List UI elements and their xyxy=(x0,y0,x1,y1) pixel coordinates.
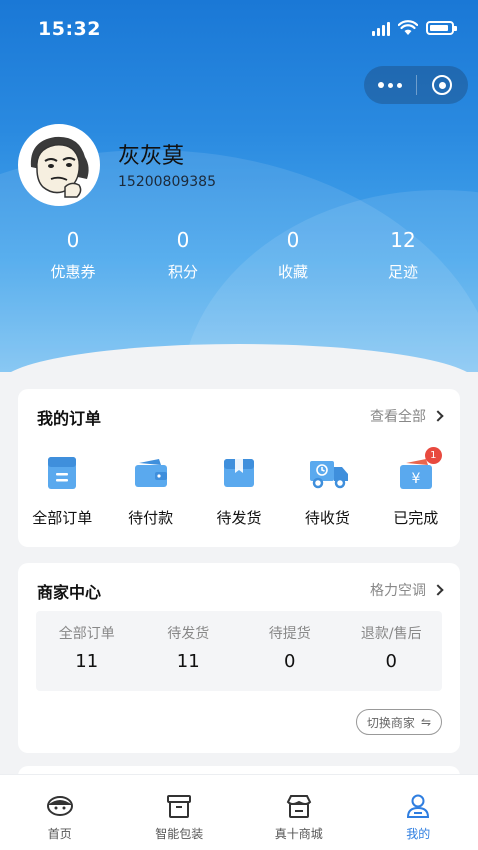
tab-mall[interactable]: 真十商城 xyxy=(239,775,359,850)
order-label: 全部订单 xyxy=(32,509,93,527)
merchant-stat-value: 0 xyxy=(284,651,296,672)
status-bar: 15:32 xyxy=(0,0,478,60)
merchant-stat-label: 退款/售后 xyxy=(360,626,422,642)
home-icon xyxy=(46,796,73,816)
completed-icon: ¥ 1 xyxy=(398,447,442,491)
store-name: 格力空调 xyxy=(370,583,426,599)
order-pending-payment[interactable]: 待付款 xyxy=(106,455,194,528)
user-stats: 0 优惠券 0 积分 0 收藏 12 足迹 xyxy=(0,226,478,282)
merchant-store-link[interactable]: 格力空调 xyxy=(370,580,444,600)
bottom-tab-bar: 首页 智能包装 真十商城 我的 xyxy=(0,774,478,850)
chevron-right-icon xyxy=(432,410,444,422)
wifi-icon xyxy=(398,20,418,35)
package-icon xyxy=(221,455,257,491)
all-orders-icon xyxy=(44,455,80,491)
tab-smart-packaging[interactable]: 智能包装 xyxy=(120,775,240,850)
stat-value: 0 xyxy=(66,228,80,252)
view-all-label: 查看全部 xyxy=(370,409,426,425)
my-orders-card: 我的订单 查看全部 全部订单 待付款 待发货 待收货 ¥ 1 已完成 xyxy=(18,389,460,547)
merchant-center-card: 商家中心 格力空调 全部订单 11 待发货 11 待提货 0 退款/售后 0 切… xyxy=(18,563,460,753)
swap-arrows-icon: ⇋ xyxy=(420,715,431,729)
merchant-stat-refund[interactable]: 退款/售后 0 xyxy=(341,611,443,691)
merchant-stat-value: 11 xyxy=(176,651,200,672)
order-pending-shipment[interactable]: 待发货 xyxy=(195,455,283,528)
chevron-right-icon xyxy=(432,584,444,596)
merchant-title: 商家中心 xyxy=(37,583,102,602)
order-all[interactable]: 全部订单 xyxy=(18,455,106,528)
miniprogram-capsule xyxy=(364,66,468,104)
stat-label: 足迹 xyxy=(387,263,418,281)
battery-icon xyxy=(426,21,457,35)
tab-label: 真十商城 xyxy=(274,827,323,841)
stat-label: 优惠券 xyxy=(50,263,96,281)
order-status-row: 全部订单 待付款 待发货 待收货 ¥ 1 已完成 xyxy=(18,447,460,528)
orders-title: 我的订单 xyxy=(37,409,102,428)
username: 灰灰莫 xyxy=(118,144,185,169)
tab-home[interactable]: 首页 xyxy=(0,775,120,850)
merchant-stat-value: 0 xyxy=(385,651,397,672)
wallet-icon xyxy=(133,455,169,491)
close-circle-icon xyxy=(432,75,453,95)
stat-points[interactable]: 0 积分 xyxy=(128,226,238,282)
box-icon xyxy=(167,795,192,818)
store-icon xyxy=(286,795,311,818)
stat-value: 0 xyxy=(286,228,300,252)
signal-icon xyxy=(372,20,390,36)
completed-badge: 1 xyxy=(424,447,442,464)
order-label: 待收货 xyxy=(304,509,350,527)
more-button[interactable] xyxy=(364,82,416,88)
merchant-stat-label: 全部订单 xyxy=(58,626,115,642)
merchant-stat-value: 11 xyxy=(75,651,99,672)
stat-favorites[interactable]: 0 收藏 xyxy=(238,226,348,282)
merchant-stat-pickup[interactable]: 待提货 0 xyxy=(239,611,341,691)
close-button[interactable] xyxy=(416,75,468,95)
order-label: 已完成 xyxy=(393,509,439,527)
avatar-face-image xyxy=(21,127,97,203)
stat-label: 积分 xyxy=(167,263,198,281)
tab-label: 智能包装 xyxy=(155,827,204,841)
order-pending-receipt[interactable]: 待收货 xyxy=(283,455,371,528)
stat-label: 收藏 xyxy=(277,263,308,281)
view-all-orders-link[interactable]: 查看全部 xyxy=(370,406,444,426)
order-label: 待付款 xyxy=(128,509,174,527)
merchant-stat-label: 待提货 xyxy=(268,626,311,642)
phone-number: 15200809385 xyxy=(118,174,216,190)
order-completed[interactable]: ¥ 1 已完成 xyxy=(372,447,460,528)
stat-coupons[interactable]: 0 优惠券 xyxy=(18,226,128,282)
merchant-stat-label: 待发货 xyxy=(167,626,210,642)
card-header: 我的订单 查看全部 xyxy=(18,389,460,439)
order-label: 待发货 xyxy=(216,509,262,527)
stat-footprints[interactable]: 12 足迹 xyxy=(348,226,458,282)
merchant-stat-to-ship[interactable]: 待发货 11 xyxy=(138,611,240,691)
stat-value: 12 xyxy=(390,228,416,252)
stat-value: 0 xyxy=(176,228,190,252)
tab-label: 首页 xyxy=(47,827,72,841)
merchant-stat-all[interactable]: 全部订单 11 xyxy=(36,611,138,691)
status-time: 15:32 xyxy=(38,18,101,40)
tab-label: 我的 xyxy=(406,827,431,841)
truck-icon xyxy=(309,455,349,491)
switch-merchant-button[interactable]: 切换商家 ⇋ xyxy=(355,709,442,735)
status-icons xyxy=(372,20,457,36)
avatar[interactable] xyxy=(18,124,100,206)
card-header: 商家中心 格力空调 xyxy=(18,563,460,613)
svg-text:¥: ¥ xyxy=(411,471,420,487)
switch-merchant-label: 切换商家 xyxy=(366,715,415,730)
user-icon xyxy=(407,794,430,818)
tab-mine[interactable]: 我的 xyxy=(359,775,478,850)
merchant-stats: 全部订单 11 待发货 11 待提货 0 退款/售后 0 xyxy=(36,611,442,691)
